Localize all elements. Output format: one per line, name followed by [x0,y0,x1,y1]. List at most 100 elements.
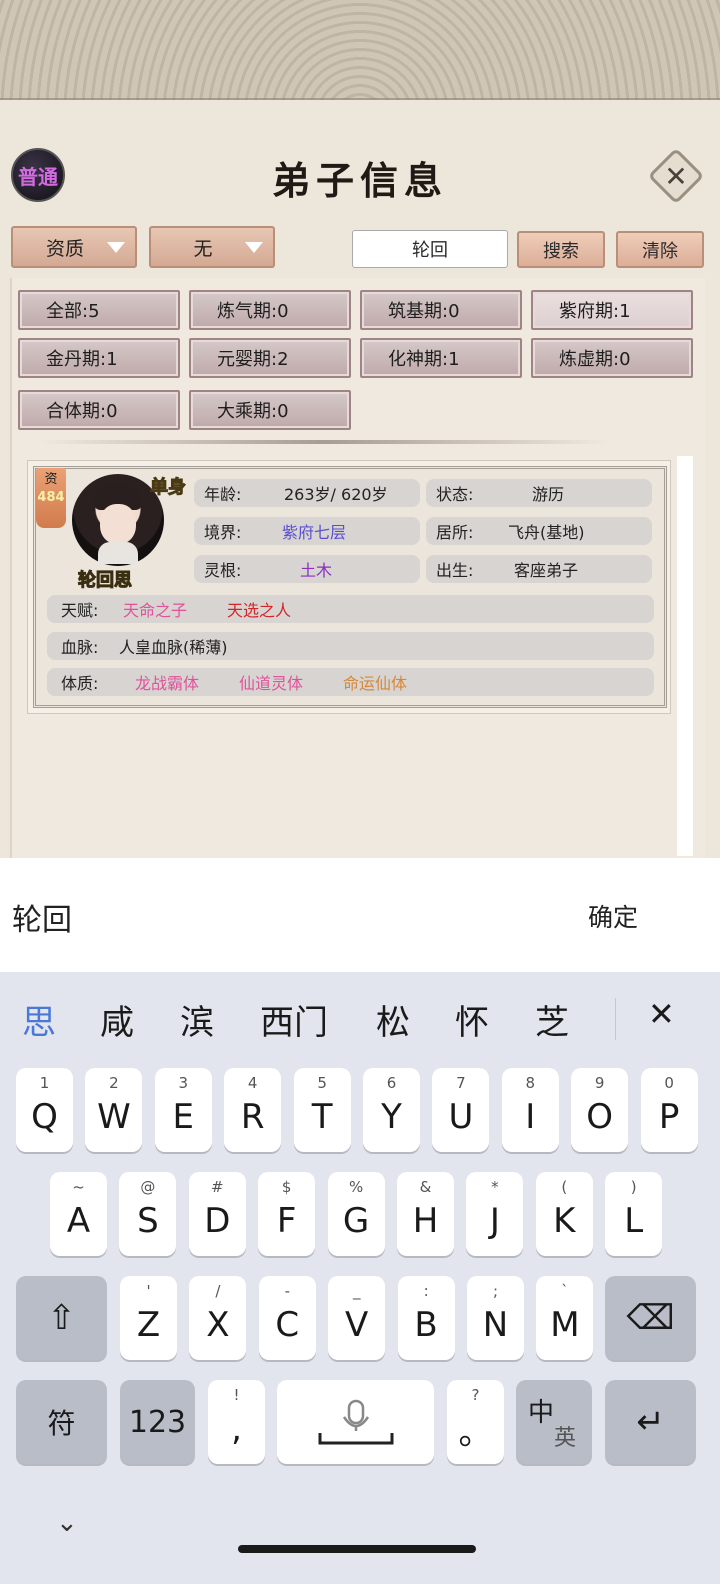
space-key[interactable] [277,1380,434,1464]
chip-golden-core[interactable]: 金丹期:1 [18,338,180,378]
candidate-item[interactable]: 咸 [100,995,134,1044]
chip-void-refining[interactable]: 炼虚期:0 [531,338,693,378]
key-label: S [137,1201,159,1241]
close-icon[interactable]: ✕ [648,995,675,1033]
key-label: U [448,1097,474,1137]
key-b[interactable]: :B [397,1276,455,1360]
key-n[interactable]: ; N [467,1276,524,1360]
key-h[interactable]: & H [397,1172,454,1256]
confirm-button[interactable]: 确定 [588,898,638,934]
period-key[interactable]: ? 。 [447,1380,504,1464]
key-label: M [550,1305,580,1345]
key-p[interactable]: 0P [640,1068,698,1152]
key-k[interactable]: (K [535,1172,593,1256]
chip-foundation[interactable]: 筑基期:0 [360,290,522,330]
key-label: P [658,1097,680,1137]
key-sub-label: 3 [178,1074,189,1092]
comma-key[interactable]: ! , [208,1380,265,1464]
key-f[interactable]: $ F [258,1172,316,1256]
symbol-key[interactable]: 符 [16,1380,107,1464]
key-sub-label: & [419,1178,432,1196]
backspace-key[interactable]: ⌫ [605,1276,696,1360]
shift-icon: ⇧ [47,1298,76,1338]
key-sub-label: 7 [456,1074,466,1092]
chip-all[interactable]: 全部:5 [18,290,180,330]
candidate-item[interactable]: 西门 [260,995,328,1044]
chip-integration[interactable]: 合体期:0 [18,390,180,430]
microphone-icon [318,1399,393,1445]
candidate-item[interactable]: 松 [376,995,410,1044]
number-key[interactable]: 123 [120,1380,195,1464]
chevron-down-icon [107,242,125,253]
key-c[interactable]: -C [258,1276,316,1360]
secondary-dropdown[interactable]: 无 [149,226,275,268]
key-e[interactable]: 3E [154,1068,212,1152]
avatar-body [98,542,138,564]
residence-value: 飞舟(基地) [508,523,585,542]
state-row: 状态: 游历 [426,479,652,507]
key-r[interactable]: 4R [224,1068,282,1152]
aptitude-ribbon-value: 484 [37,490,65,505]
key-q[interactable]: 1Q [16,1068,73,1152]
key-sub-label: 4 [247,1074,258,1092]
collapse-keyboard-icon[interactable]: ⌄ [56,1508,78,1538]
key-sub-label: ~ [72,1178,85,1196]
key-t[interactable]: 5T [293,1068,351,1152]
chip-qi-refining[interactable]: 炼气期:0 [189,290,351,330]
enter-key[interactable]: ↵ [605,1380,696,1464]
home-indicator[interactable] [238,1545,476,1553]
search-button[interactable]: 搜索 [517,231,605,268]
key-y[interactable]: 6Y [363,1068,420,1152]
language-switch-key[interactable]: 中 英 [516,1380,592,1464]
aptitude-dropdown[interactable]: 资质 [11,226,137,268]
key-sub-label: / [215,1282,221,1300]
key-label: K [553,1201,576,1241]
key-i[interactable]: 8I [501,1068,559,1152]
backspace-icon: ⌫ [626,1298,675,1338]
key-m[interactable]: ` M [536,1276,594,1360]
chip-mahayana[interactable]: 大乘期:0 [189,390,351,430]
key-label: B [414,1305,438,1345]
key-label: I [525,1097,536,1137]
key-v[interactable]: _ V [328,1276,386,1360]
shift-key[interactable]: ⇧ [16,1276,107,1360]
key-o[interactable]: 9O [571,1068,629,1152]
candidate-item[interactable]: 芝 [535,995,569,1044]
key-label: D [204,1201,231,1241]
key-sub-label: 9 [594,1074,605,1092]
marital-status-tag: 单身 [150,477,187,499]
ime-input-text[interactable]: 轮回 [12,895,72,939]
chip-nascent-soul[interactable]: 元婴期:2 [189,338,351,378]
candidate-item[interactable]: 滨 [180,995,214,1044]
key-a[interactable]: ~ A [50,1172,107,1256]
key-w[interactable]: 2W [85,1068,143,1152]
key-d[interactable]: # D [188,1172,246,1256]
key-l[interactable]: ) L [605,1172,663,1256]
key-label: R [240,1097,265,1137]
candidate-item[interactable]: 思 [22,995,56,1044]
decorative-header-band [0,0,720,106]
key-sub-label: 6 [386,1074,397,1092]
root-value: 土木 [300,561,333,580]
aptitude-dropdown-label: 资质 [45,237,84,260]
clear-button[interactable]: 清除 [616,231,704,268]
physique-label: 体质: [61,674,99,693]
key-z[interactable]: ' Z [120,1276,177,1360]
enter-icon: ↵ [636,1402,665,1442]
key-u[interactable]: 7U [432,1068,490,1152]
chip-purple-mansion[interactable]: 紫府期:1 [531,290,693,330]
key-s[interactable]: @ S [119,1172,177,1256]
key-label: N [482,1305,509,1345]
search-input[interactable]: 轮回 [352,230,508,268]
origin-value: 客座弟子 [514,561,579,580]
close-icon: ✕ [664,159,688,193]
chip-spirit-transformation[interactable]: 化神期:1 [360,338,522,378]
candidate-item[interactable]: 怀 [455,995,489,1044]
page-title: 弟子信息 [271,158,448,203]
key-x[interactable]: / X [189,1276,247,1360]
residence-row: 居所: 飞舟(基地) [426,517,652,545]
key-j[interactable]: * J [466,1172,524,1256]
scrollbar[interactable] [677,456,693,856]
close-button[interactable]: ✕ [647,147,705,205]
key-g[interactable]: % G [327,1172,385,1256]
